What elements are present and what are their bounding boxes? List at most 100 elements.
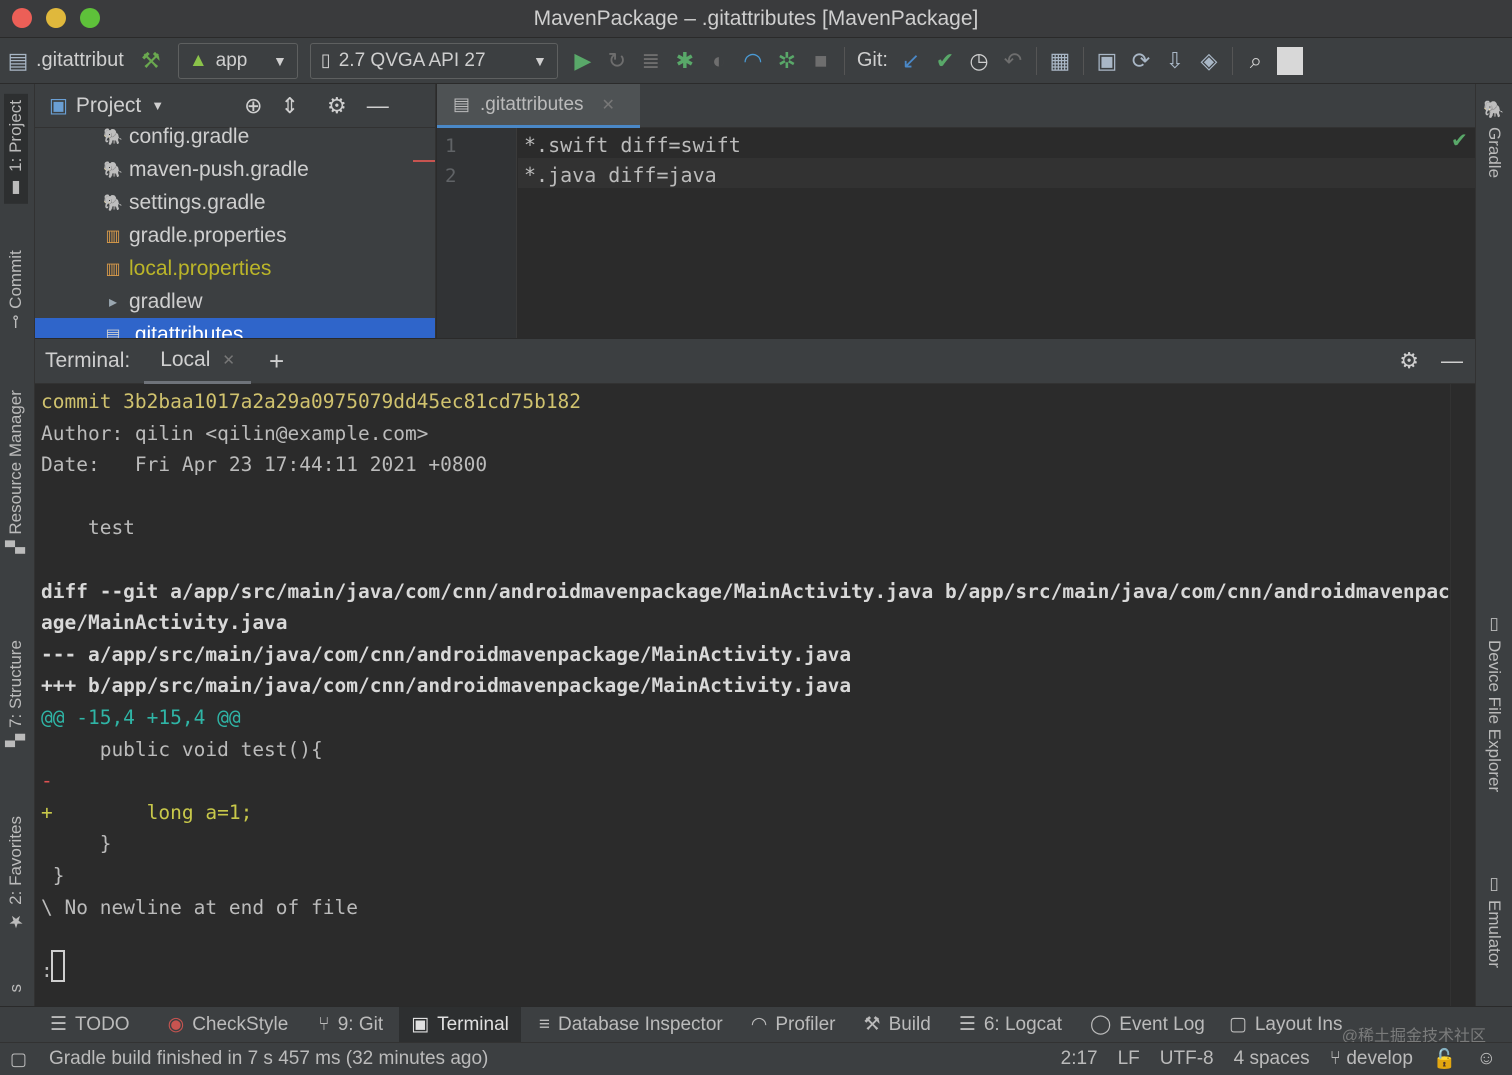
device-file-explorer-tool-tab[interactable]: ▯ Device File Explorer <box>1484 614 1504 792</box>
project-tool-tab[interactable]: ▮ 1: Project <box>4 94 28 204</box>
gradle-file-icon: 🐘 <box>103 194 123 212</box>
avd-manager-icon[interactable]: ▣ <box>1090 44 1124 78</box>
main-toolbar: ▤ .gitattribut ⚒ ▲ app ▼ ▯ 2.7 QVGA API … <box>0 38 1512 84</box>
layout-inspector-tool-button[interactable]: ▢ Layout Ins <box>1217 1007 1355 1043</box>
sync-gradle-icon[interactable]: ⟳ <box>1124 44 1158 78</box>
coverage-icon[interactable]: ◐ <box>702 44 736 78</box>
hide-panel-icon[interactable]: — <box>1441 348 1463 374</box>
git-history-icon[interactable]: ◷ <box>962 44 996 78</box>
close-window-button[interactable] <box>12 8 32 28</box>
terminal-tab-local[interactable]: Local ✕ <box>144 338 251 384</box>
chevron-down-icon: ▼ <box>532 52 547 69</box>
terminal-line: + long a=1; <box>41 800 253 824</box>
terminal-line: test <box>41 516 135 540</box>
new-terminal-icon[interactable]: + <box>269 346 284 377</box>
commit-tool-tab[interactable]: ⊸ Commit <box>6 250 26 329</box>
run-icon[interactable]: ▶ <box>566 44 600 78</box>
todo-tool-button[interactable]: ☰ TODO <box>38 1007 142 1043</box>
toggle-tool-windows-icon[interactable]: ▢ <box>10 1049 27 1070</box>
tree-item-local-properties[interactable]: ▥ local.properties <box>35 252 435 285</box>
file-encoding[interactable]: UTF-8 <box>1150 1048 1224 1070</box>
database-icon: ≡ <box>538 1013 550 1035</box>
line-separator[interactable]: LF <box>1108 1048 1150 1070</box>
tree-item-settings-gradle[interactable]: 🐘 settings.gradle <box>35 186 435 219</box>
profile-icon[interactable]: ◠ <box>736 44 770 78</box>
code-editor[interactable]: 1 2 *.swift diff=swift *.java diff=java … <box>437 128 1475 338</box>
minimize-window-button[interactable] <box>46 8 66 28</box>
project-view-select[interactable]: Project <box>76 94 141 118</box>
status-message[interactable]: Gradle build finished in 7 s 457 ms (32 … <box>39 1048 498 1070</box>
chevron-down-icon[interactable]: ▼ <box>151 98 164 113</box>
search-icon[interactable]: ⌕ <box>1239 44 1273 78</box>
terminal-line: age/MainActivity.java <box>41 611 288 635</box>
editor-tab-gitattributes[interactable]: ▤ .gitattributes ✕ <box>437 84 640 128</box>
window-title: MavenPackage – .gitattributes [MavenPack… <box>533 6 979 30</box>
tree-item-maven-push-gradle[interactable]: 🐘 maven-push.gradle <box>35 153 435 186</box>
toolbar-separator <box>843 46 845 75</box>
resource-icon[interactable]: ◈ <box>1192 44 1226 78</box>
terminal-line: diff --git a/app/src/main/java/com/cnn/a… <box>41 579 1450 603</box>
stop-icon[interactable]: ■ <box>804 44 838 78</box>
debug-icon[interactable]: ✱ <box>668 44 702 78</box>
git-branch[interactable]: ⑂ develop <box>1320 1048 1423 1070</box>
toolbar-separator <box>1035 46 1037 75</box>
git-update-icon[interactable]: ↙ <box>894 44 928 78</box>
build-tool-button[interactable]: ⚒ Build <box>852 1007 943 1043</box>
gradle-tool-tab[interactable]: 🐘 Gradle <box>1484 100 1504 178</box>
event-face-icon[interactable]: ☺ <box>1467 1048 1506 1070</box>
close-tab-icon[interactable]: ✕ <box>602 95 615 115</box>
tree-item-gitattributes[interactable]: ▤ .gitattributes <box>35 318 435 338</box>
terminal-line: commit 3b2baa1017a2a29a0975079dd45ec81cd… <box>41 390 582 413</box>
terminal-line: Date: Fri Apr 23 17:44:11 2021 +0800 <box>41 453 488 477</box>
locate-file-icon[interactable]: ⊕ <box>244 93 262 119</box>
line-number: 1 <box>445 135 457 157</box>
gear-icon[interactable]: ⚙ <box>1399 348 1419 374</box>
code-line: *.java diff=java <box>524 163 717 187</box>
git-commit-icon[interactable]: ✔ <box>928 44 962 78</box>
terminal-title: Terminal: <box>45 349 131 372</box>
favorites-tool-tab[interactable]: ★ 2: Favorites <box>6 816 26 931</box>
zoom-window-button[interactable] <box>80 8 100 28</box>
terminal-line: @@ -15,4 +15,4 @@ <box>41 706 241 729</box>
build-variants-tool-tab[interactable]: s <box>6 984 26 993</box>
terminal-scrollbar[interactable] <box>1450 384 1475 1006</box>
hide-panel-icon[interactable]: — <box>367 93 389 119</box>
terminal-tab-label: Local <box>160 347 211 371</box>
event-log-tool-button[interactable]: ◯ Event Log <box>1078 1007 1217 1043</box>
hammer-icon: ⚒ <box>863 1014 881 1035</box>
tree-item-gradle-properties[interactable]: ▥ gradle.properties <box>35 219 435 252</box>
close-tab-icon[interactable]: ✕ <box>222 351 235 369</box>
apply-changes-icon[interactable]: ↻ <box>600 44 634 78</box>
database-inspector-tool-button[interactable]: ≡ Database Inspector <box>527 1007 735 1043</box>
lock-icon[interactable]: 🔓 <box>1423 1047 1467 1071</box>
tree-item-config-gradle[interactable]: 🐘 config.gradle <box>35 120 435 153</box>
profiler-tool-button[interactable]: ◠ Profiler <box>739 1007 848 1043</box>
terminal-tool-button[interactable]: ▣ Terminal <box>399 1006 521 1043</box>
gear-icon[interactable]: ⚙ <box>327 93 347 119</box>
navigation-file[interactable]: ▤ .gitattribut <box>0 38 124 84</box>
apply-code-changes-icon[interactable]: ≣ <box>634 44 668 78</box>
collapse-all-icon[interactable]: ⇕ <box>281 93 299 119</box>
tree-item-gradlew[interactable]: ▸ gradlew <box>35 285 435 318</box>
caret-position[interactable]: 2:17 <box>1051 1048 1108 1070</box>
right-tool-strip: 🐘 Gradle ▯ Device File Explorer ▯ Emulator <box>1475 84 1512 1006</box>
attach-debugger-icon[interactable]: ✲ <box>770 44 804 78</box>
terminal-line: public void test(){ <box>41 737 323 761</box>
structure-tool-tab[interactable]: ▚ 7: Structure <box>6 640 26 747</box>
indent-setting[interactable]: 4 spaces <box>1224 1048 1320 1070</box>
resource-manager-tool-tab[interactable]: ▞ Resource Manager <box>6 390 26 554</box>
build-hammer-icon[interactable]: ⚒ <box>134 44 168 78</box>
emulator-tool-tab[interactable]: ▯ Emulator <box>1484 874 1504 968</box>
device-select[interactable]: ▯ 2.7 QVGA API 27 ▼ <box>309 42 558 79</box>
logcat-tool-button[interactable]: ☰ 6: Logcat <box>947 1007 1074 1043</box>
git-tool-button[interactable]: ⑂ 9: Git <box>306 1007 395 1043</box>
checkstyle-tool-button[interactable]: ◉ CheckStyle <box>156 1007 301 1043</box>
git-rollback-icon[interactable]: ↶ <box>996 44 1030 78</box>
toolbar-separator <box>1231 46 1233 75</box>
project-structure-icon[interactable]: ▦ <box>1043 44 1077 78</box>
sdk-manager-icon[interactable]: ⇩ <box>1158 44 1192 78</box>
terminal-line: \ No newline at end of file <box>41 895 358 919</box>
terminal-output[interactable]: commit 3b2baa1017a2a29a0975079dd45ec81cd… <box>35 384 1450 1006</box>
avatar[interactable] <box>1276 46 1303 75</box>
run-config-select[interactable]: ▲ app ▼ <box>177 42 298 79</box>
